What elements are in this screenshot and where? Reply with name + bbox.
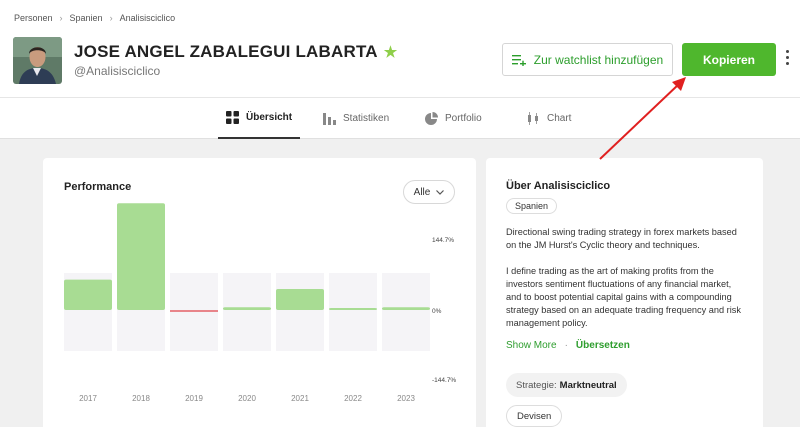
bar-track [382,273,430,351]
y-tick-label: -144.7% [432,377,456,384]
performance-card: Performance Alle 2017 2018 2019 2020 2021 202… [43,158,476,427]
about-links: Show More · Übersetzen [506,340,630,351]
performance-bar[interactable] [382,307,430,310]
performance-bar[interactable] [223,307,271,310]
profile-header: Personen › Spanien › Analisisciclico JOS… [0,0,800,97]
x-tick-label: 2017 [79,394,97,403]
breadcrumb-item-country[interactable]: Spanien [70,13,103,23]
about-paragraph-2: I define trading as the art of making pr… [506,266,741,328]
copy-button-label: Kopieren [702,52,755,67]
performance-bar[interactable] [170,310,218,312]
separator-dot: · [564,340,568,351]
bar-track [329,273,377,351]
pie-chart-icon [425,112,438,125]
breadcrumb-item-personen[interactable]: Personen [14,13,53,23]
chevron-right-icon: › [59,13,63,23]
x-tick-label: 2022 [344,394,362,403]
strategy-value: Marktneutral [559,379,617,391]
bar-track [223,273,271,351]
tab-portfolio[interactable]: Portfolio [425,98,482,139]
profile-handle: @Analisisciclico [74,64,161,78]
performance-bar[interactable] [64,279,112,310]
strategy-tag[interactable]: Strategie: Marktneutral [506,373,627,397]
about-card: Über Analisisciclico Spanien Directional… [486,158,763,427]
tab-statistics-label: Statistiken [343,113,390,124]
breadcrumb-item-current: Analisisciclico [119,13,176,23]
asset-class-tag[interactable]: Devisen [506,405,563,427]
grid-icon [226,111,239,124]
y-tick-label: 0% [432,308,442,315]
performance-bar[interactable] [117,203,165,310]
tab-statistics[interactable]: Statistiken [323,98,389,139]
y-tick-label: 144.7% [432,237,454,244]
about-title: Über Analisisciclico [506,180,611,192]
more-options-icon[interactable] [784,50,790,68]
x-tick-label: 2020 [238,394,256,403]
x-tick-label: 2019 [185,394,203,403]
candlestick-icon [528,112,538,125]
copy-trader-button[interactable]: Kopieren [682,43,776,76]
bar-track [276,273,324,351]
performance-bar[interactable] [276,288,324,310]
tab-overview[interactable]: Übersicht [218,98,301,139]
tab-chart[interactable]: Chart [527,98,571,139]
show-more-link[interactable]: Show More [506,340,557,351]
country-tag[interactable]: Spanien [506,198,558,214]
chevron-right-icon: › [109,13,113,23]
star-icon: ★ [383,44,398,61]
profile-name: JOSE ANGEL ZABALEGUI LABARTA ★ [74,42,397,62]
add-to-watchlist-button[interactable]: Zur watchlist hinzufügen [502,43,673,76]
bar-chart-icon [323,112,336,125]
translate-link[interactable]: Übersetzen [576,340,630,351]
performance-bar[interactable] [329,308,377,310]
tab-chart-label: Chart [547,113,572,124]
watchlist-button-label: Zur watchlist hinzufügen [533,52,664,67]
performance-chart: 2017 2018 2019 2020 2021 2022 2023 144.7% 0% -144… [64,203,456,403]
avatar [13,37,62,84]
breadcrumb: Personen › Spanien › Analisisciclico [14,13,175,23]
profile-tabs: Übersicht Statistiken Portfolio Chart [0,97,800,139]
x-tick-label: 2018 [132,394,150,403]
watchlist-add-icon [511,54,526,66]
strategy-label: Strategie: [516,379,557,391]
about-description: Directional swing trading strategy in fo… [506,226,746,343]
about-paragraph-1: Directional swing trading strategy in fo… [506,227,737,250]
tab-overview-label: Übersicht [246,112,293,123]
x-tick-label: 2021 [291,394,309,403]
profile-name-text: JOSE ANGEL ZABALEGUI LABARTA [74,42,378,61]
tab-portfolio-label: Portfolio [445,113,482,124]
x-tick-label: 2023 [397,394,415,403]
